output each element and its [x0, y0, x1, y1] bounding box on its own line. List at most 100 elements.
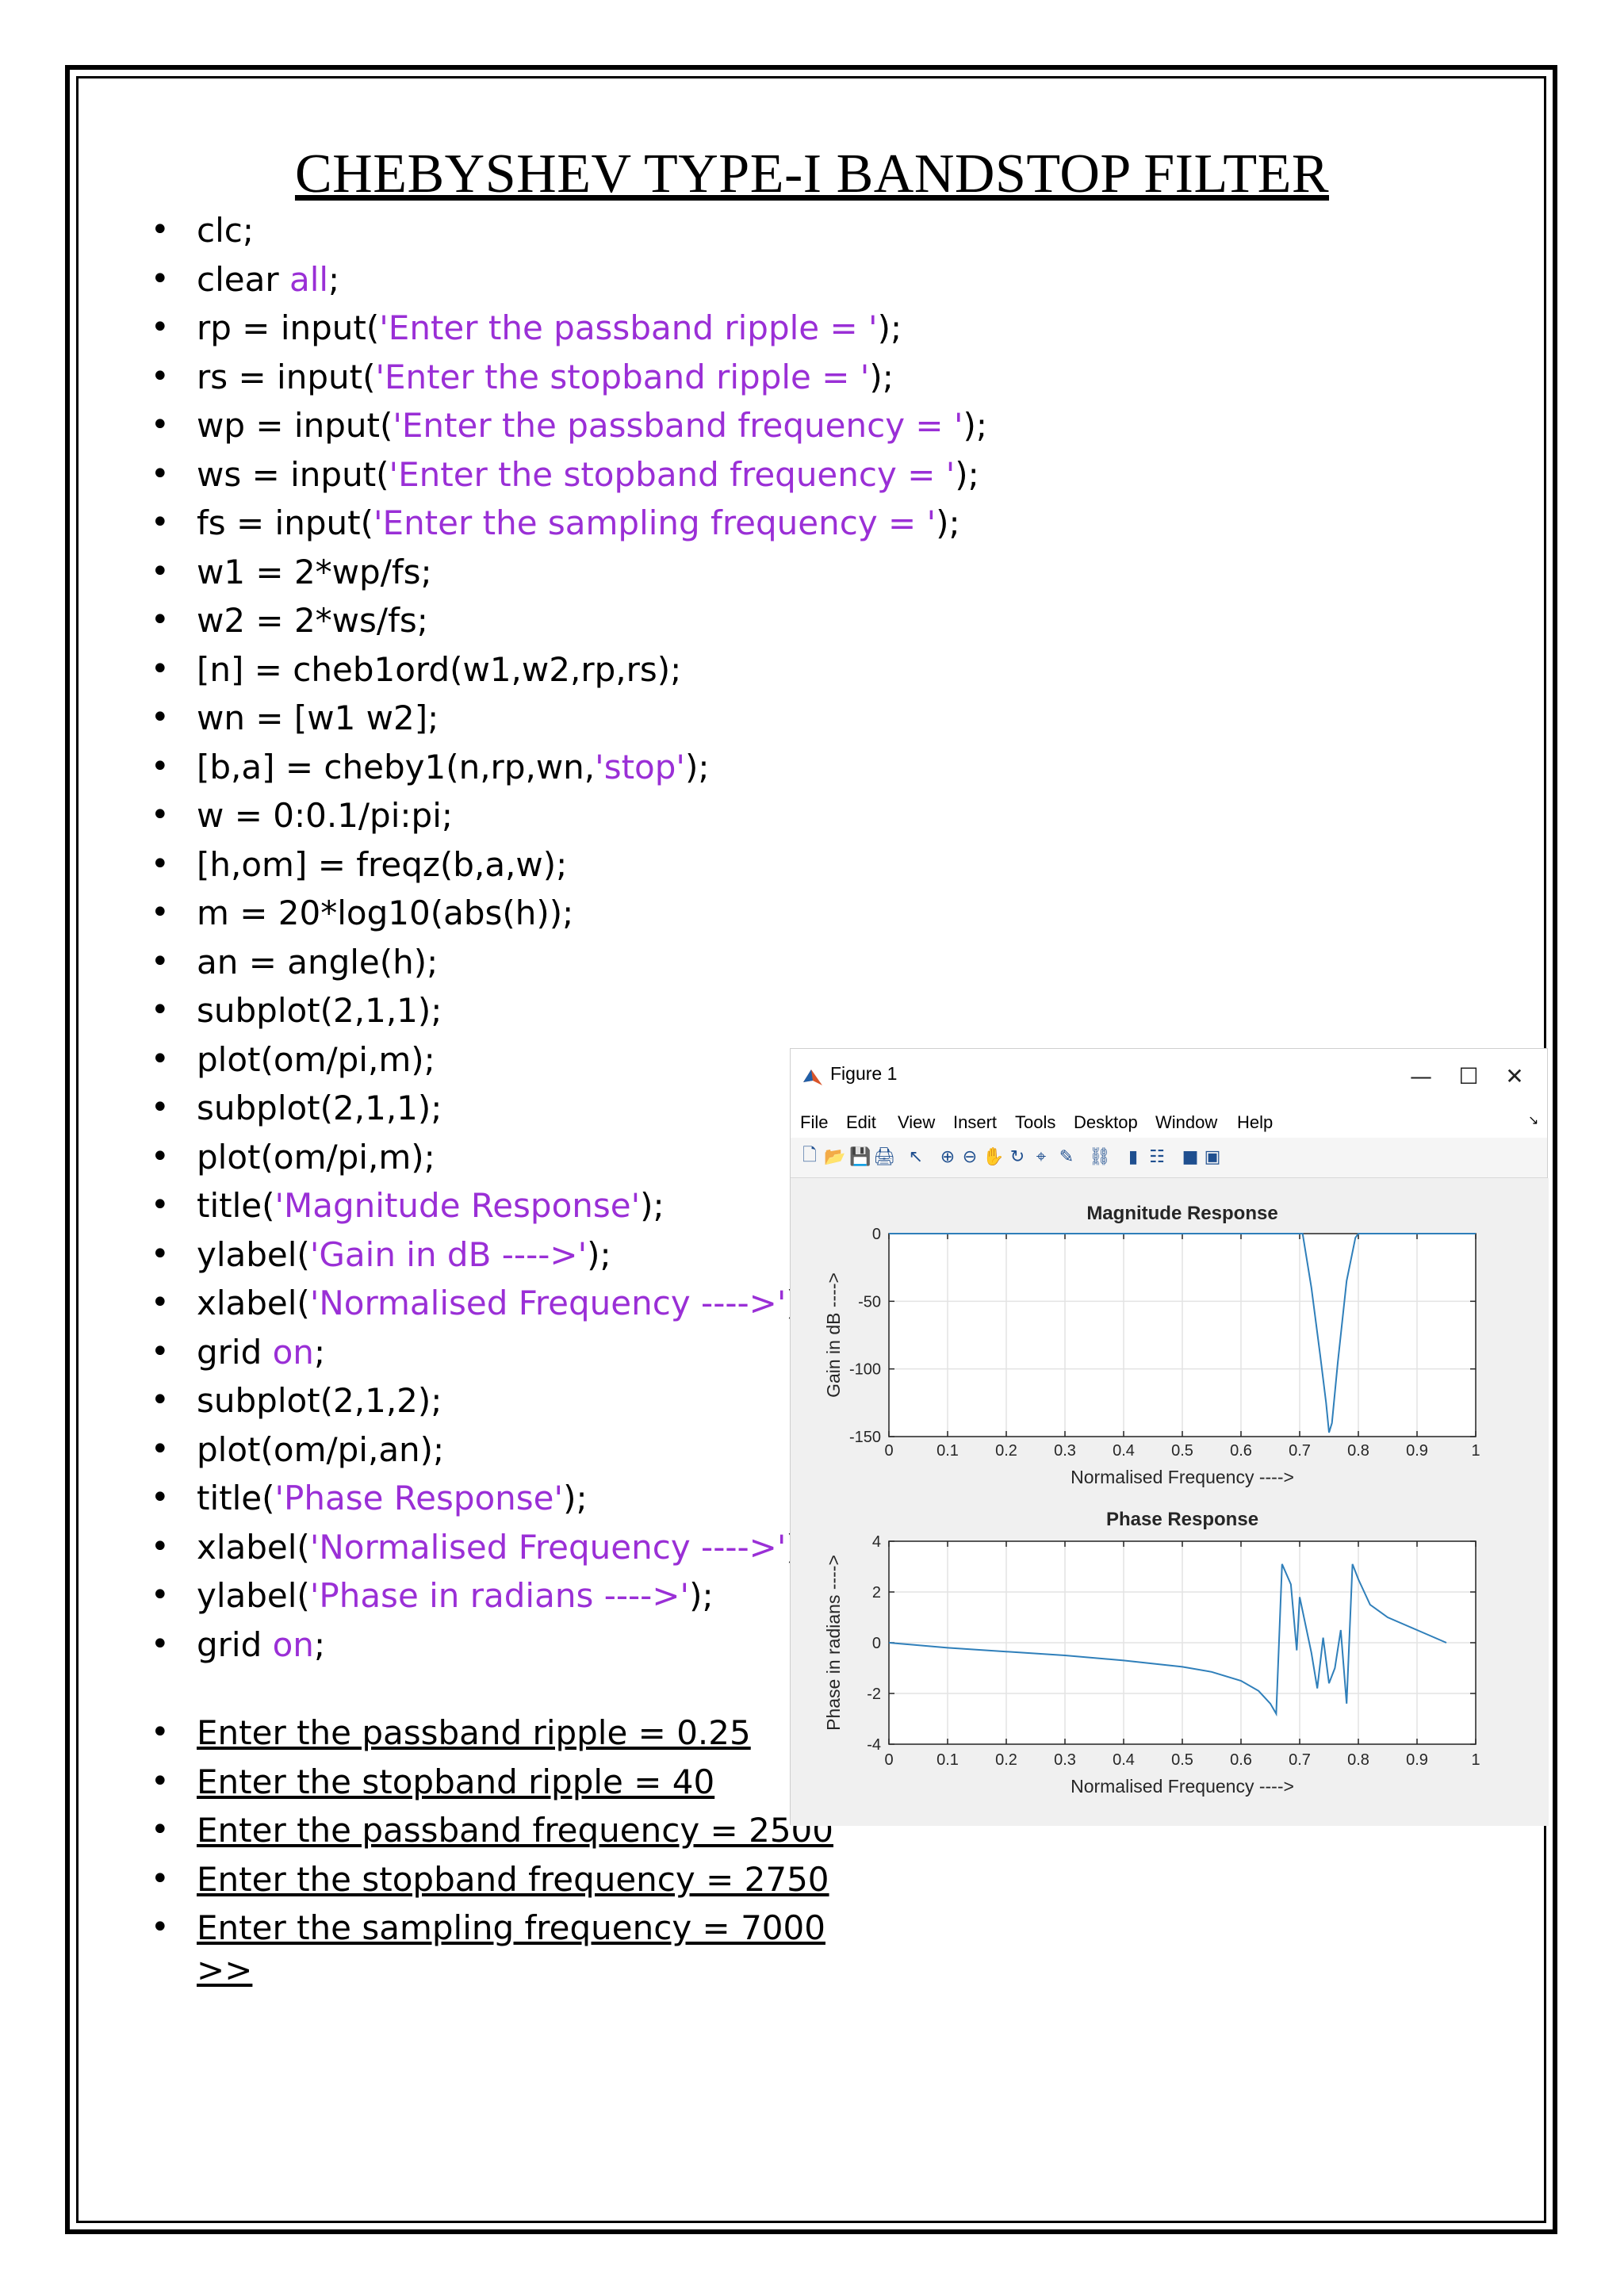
- data-cursor-icon[interactable]: ⌖: [1030, 1146, 1052, 1168]
- code-text: title(: [197, 1479, 275, 1517]
- x-tick-label: 0.4: [1113, 1751, 1135, 1769]
- pan-icon[interactable]: ✋: [982, 1146, 1005, 1168]
- code-line: [b,a] = cheby1(n,rp,wn,'stop');: [151, 743, 987, 792]
- close-button[interactable]: ✕: [1495, 1058, 1534, 1095]
- code-string: 'Phase in radians ---->': [309, 1576, 690, 1615]
- minimize-button[interactable]: —: [1401, 1058, 1441, 1095]
- x-tick-label: 0.2: [995, 1751, 1017, 1769]
- code-text: clear: [197, 259, 289, 299]
- save-icon[interactable]: 💾: [849, 1146, 871, 1168]
- maximize-button[interactable]: ☐: [1449, 1058, 1488, 1095]
- print-icon[interactable]: 🖨: [873, 1146, 895, 1168]
- matlab-icon: [803, 1070, 822, 1085]
- y-axis-label: Phase in radians ---->: [823, 1555, 844, 1731]
- code-line: ws = input('Enter the stopband frequency…: [151, 450, 987, 499]
- pointer-icon[interactable]: ↖: [905, 1146, 927, 1168]
- menu-insert[interactable]: Insert: [953, 1112, 997, 1133]
- code-string: 'Normalised Frequency ---->': [309, 1284, 787, 1322]
- code-text: wn = [w1 w2];: [197, 698, 439, 737]
- code-text: w = 0:0.1/pi:pi;: [197, 796, 454, 835]
- legend-icon[interactable]: ☷: [1146, 1146, 1168, 1168]
- y-tick-label: 0: [872, 1635, 881, 1652]
- menu-tools[interactable]: Tools: [1015, 1112, 1055, 1133]
- code-text: rs = input(: [197, 357, 376, 396]
- code-text: plot(om/pi,m);: [197, 1039, 435, 1079]
- code-line: rs = input('Enter the stopband ripple = …: [151, 353, 987, 402]
- code-text: );: [563, 1479, 588, 1517]
- code-string: 'Enter the stopband frequency = ': [389, 454, 956, 494]
- code-text: w1 = 2*wp/fs;: [197, 552, 432, 591]
- code-text: xlabel(: [197, 1527, 310, 1567]
- x-tick-label: 1: [1471, 1751, 1480, 1769]
- zoom-out-icon[interactable]: ⊖: [959, 1146, 981, 1168]
- menu-window[interactable]: Window: [1155, 1112, 1217, 1133]
- code-string: 'Enter the passband frequency = ': [393, 406, 963, 445]
- code-line: wp = input('Enter the passband frequency…: [151, 401, 987, 450]
- output-line: Enter the stopband ripple = 40: [151, 1758, 833, 1807]
- code-text: subplot(2,1,1);: [197, 991, 442, 1030]
- plots-canvas: 0 0.1 0.2 0.3 0.4 0.5 0.6 0.7 0.8 0.9 1 0 -50 -100 -15…: [823, 1203, 1480, 1797]
- x-tick-label: 0.2: [995, 1442, 1017, 1460]
- y-axis-label: Gain in dB ---->: [823, 1272, 844, 1398]
- code-text: subplot(2,1,1);: [197, 1089, 442, 1127]
- code-text: title(: [197, 1186, 275, 1225]
- hide-plot-tools-icon[interactable]: ■: [1179, 1146, 1201, 1168]
- code-text: rp = input(: [197, 308, 380, 347]
- code-line: clc;: [151, 206, 987, 255]
- menu-desktop[interactable]: Desktop: [1074, 1112, 1138, 1133]
- code-text: );: [684, 747, 710, 786]
- x-tick-label: 0.9: [1406, 1751, 1428, 1769]
- figure-window: Figure 1 — ☐ ✕ File Edit View Insert Too…: [790, 1048, 1549, 1826]
- menu-view[interactable]: View: [898, 1112, 935, 1133]
- code-text: plot(om/pi,m);: [197, 1137, 435, 1177]
- brush-icon[interactable]: ✎: [1055, 1146, 1078, 1168]
- code-text: an = angle(h);: [197, 942, 439, 982]
- code-line: m = 20*log10(abs(h));: [151, 889, 987, 938]
- code-text: );: [640, 1186, 665, 1225]
- x-tick-label: 0.9: [1406, 1442, 1428, 1460]
- code-text: );: [869, 357, 894, 396]
- chart-title: Phase Response: [1106, 1509, 1258, 1530]
- code-string: 'Phase Response': [274, 1479, 564, 1517]
- menu-help[interactable]: Help: [1237, 1112, 1273, 1133]
- code-line: [n] = cheb1ord(w1,w2,rp,rs);: [151, 645, 987, 695]
- y-tick-label: -100: [849, 1361, 881, 1379]
- x-axis-label: Normalised Frequency ---->: [1071, 1467, 1294, 1487]
- rotate-icon[interactable]: ↻: [1006, 1146, 1028, 1168]
- x-tick-label: 0.8: [1347, 1442, 1369, 1460]
- x-tick-label: 0.1: [936, 1442, 959, 1460]
- y-tick-label: -2: [867, 1686, 881, 1703]
- zoom-in-icon[interactable]: ⊕: [936, 1146, 959, 1168]
- code-text: );: [963, 406, 988, 445]
- menu-file[interactable]: File: [800, 1112, 828, 1133]
- code-line: subplot(2,1,1);: [151, 986, 987, 1035]
- code-string: 'Magnitude Response': [274, 1186, 641, 1225]
- x-tick-label: 0.3: [1054, 1442, 1076, 1460]
- code-text: [b,a] = cheby1(n,rp,wn,: [197, 747, 596, 786]
- code-text: );: [689, 1576, 714, 1615]
- code-text: grid: [197, 1624, 273, 1664]
- code-line: w = 0:0.1/pi:pi;: [151, 791, 987, 840]
- link-icon[interactable]: ⛓: [1089, 1146, 1111, 1168]
- figure-menubar: File Edit View Insert Tools Desktop Wind…: [791, 1106, 1547, 1138]
- command-output: Enter the passband ripple = 0.25Enter th…: [151, 1709, 833, 1953]
- dock-arrow-icon[interactable]: ↘: [1528, 1112, 1538, 1128]
- code-line: wn = [w1 w2];: [151, 694, 987, 743]
- code-text: ;: [313, 1624, 326, 1664]
- code-text: wp = input(: [197, 406, 393, 445]
- figure-title: Figure 1: [830, 1063, 898, 1084]
- code-text: ;: [328, 259, 340, 299]
- code-text: grid: [197, 1332, 273, 1372]
- colorbar-icon[interactable]: ▮: [1122, 1146, 1144, 1168]
- y-tick-label: 4: [872, 1533, 881, 1551]
- menu-edit[interactable]: Edit: [846, 1112, 876, 1133]
- code-string: 'Enter the passband ripple = ': [379, 308, 878, 347]
- y-tick-label: -150: [849, 1429, 881, 1446]
- code-line: w1 = 2*wp/fs;: [151, 548, 987, 597]
- new-icon[interactable]: 🗋: [799, 1146, 821, 1168]
- open-icon[interactable]: 📂: [824, 1146, 846, 1168]
- code-text: fs = input(: [197, 503, 373, 542]
- code-line: an = angle(h);: [151, 938, 987, 987]
- code-string: on: [272, 1332, 314, 1372]
- show-plot-tools-icon[interactable]: ▣: [1201, 1146, 1224, 1168]
